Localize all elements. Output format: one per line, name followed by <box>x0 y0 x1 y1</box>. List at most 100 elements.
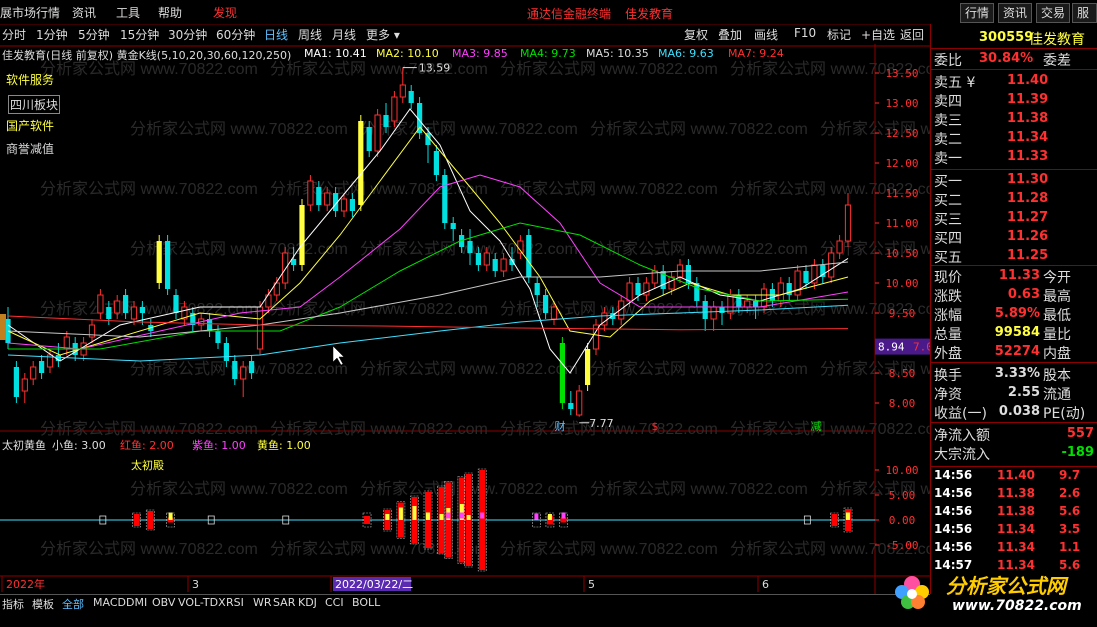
period-60min[interactable]: 60分钟 <box>216 26 255 43</box>
tick-time: 14:56 <box>934 468 973 482</box>
period-monthly[interactable]: 月线 <box>332 26 356 43</box>
kline-svg: 分析家公式网 www.70822.com 分析家公式网 www.70822.com… <box>0 44 930 594</box>
tool-add-favorite[interactable]: +自选 <box>861 26 895 43</box>
indicator-tab-vol-tdx[interactable]: VOL-TDX <box>178 596 226 609</box>
sector-goodwill[interactable]: 商誉减值 <box>6 140 54 157</box>
ask-row[interactable]: 卖五 ¥ 11.40 <box>931 72 1097 91</box>
btn-info[interactable]: 资讯 <box>998 3 1033 23</box>
bid-label: 买三 <box>934 212 962 228</box>
sector-software[interactable]: 软件服务 <box>6 71 54 88</box>
indicator-fish-yellow <box>466 515 471 520</box>
ask-row[interactable]: 卖三 11.38 <box>931 110 1097 129</box>
indicator-fish-yellow <box>439 514 444 520</box>
bid-row[interactable]: 买五 11.25 <box>931 247 1097 266</box>
tick-time: 14:56 <box>934 486 973 500</box>
tick-row: 14:56 11.38 2.6 <box>931 486 1097 504</box>
tool-overlay[interactable]: 叠加 <box>718 26 742 43</box>
btn-service[interactable]: 服务 <box>1072 3 1097 38</box>
btn-trade[interactable]: 交易 <box>1036 3 1071 23</box>
candle-body <box>349 199 356 211</box>
status-bar <box>0 610 930 624</box>
event-marker: $ <box>652 420 659 433</box>
indicator-tab-sar[interactable]: SAR <box>273 596 295 609</box>
panel-divider <box>931 265 1097 266</box>
quote-label: 净资 <box>934 387 962 403</box>
link-tdx-terminal[interactable]: 通达信金融终端 <box>527 5 611 22</box>
indicator-tab-cci[interactable]: CCI <box>325 596 344 609</box>
price-tick-label: 12.00 <box>885 157 918 170</box>
candle-body <box>635 283 641 295</box>
candle-body <box>139 307 146 313</box>
indicator-tab-wr[interactable]: WR <box>253 596 272 609</box>
sector-domestic-software[interactable]: 国产软件 <box>6 117 54 134</box>
indicator-tick-label: -5.00 <box>885 539 918 552</box>
period-15min[interactable]: 15分钟 <box>120 26 159 43</box>
candle-body <box>215 331 221 343</box>
watermark-text: 分析家公式网 www.70822.com <box>270 60 488 78</box>
period-5min[interactable]: 5分钟 <box>78 26 110 43</box>
period-intraday[interactable]: 分时 <box>2 26 26 43</box>
price-tick-label: 9.50 <box>889 307 916 320</box>
tick-row: 14:56 11.40 9.7 <box>931 468 1097 486</box>
indicator-tab-kdj[interactable]: KDJ <box>298 596 317 609</box>
bid-row[interactable]: 买一 11.30 <box>931 171 1097 190</box>
indicator-tab-obv[interactable]: OBV <box>152 596 175 609</box>
tick-time: 14:56 <box>934 522 973 536</box>
current-price-tag-2: 7.0 <box>913 341 930 354</box>
candle-body <box>256 306 264 350</box>
btn-quote[interactable]: 行情 <box>960 3 995 23</box>
tool-mark[interactable]: 标记 <box>827 26 851 43</box>
candle-body <box>173 295 179 313</box>
quote-right-label: 今开 <box>1043 270 1071 286</box>
candle-body <box>576 390 583 416</box>
kline-chart-area[interactable]: 分析家公式网 www.70822.com 分析家公式网 www.70822.com… <box>0 44 930 594</box>
indicator-tab-macd[interactable]: MACD <box>93 596 126 609</box>
candle-body <box>130 306 138 320</box>
ask-row[interactable]: 卖二 11.34 <box>931 129 1097 148</box>
candle-body <box>727 294 734 314</box>
ask-row[interactable]: 卖四 11.39 <box>931 91 1097 110</box>
ask-price: 11.34 <box>1007 130 1049 145</box>
period-more[interactable]: 更多 ▾ <box>366 26 400 43</box>
link-jiafa[interactable]: 佳发教育 <box>625 5 673 22</box>
logo-url: www.70822.com <box>952 598 1082 614</box>
ask-row[interactable]: 卖一 11.33 <box>931 148 1097 167</box>
indicator-tab-rsi[interactable]: RSI <box>226 596 244 609</box>
bid-row[interactable]: 买四 11.26 <box>931 228 1097 247</box>
bid-label: 买一 <box>934 174 962 190</box>
indicator-tick-label: 10.00 <box>885 464 918 477</box>
menu-discover[interactable]: 发现 <box>213 4 237 21</box>
indicator-tab-boll[interactable]: BOLL <box>352 596 380 609</box>
menu-help[interactable]: 帮助 <box>158 4 182 21</box>
period-1min[interactable]: 1分钟 <box>36 26 68 43</box>
indicator-fish-yellow <box>846 512 850 520</box>
panel-divider <box>931 69 1097 70</box>
sector-sichuan[interactable]: 四川板块 <box>8 95 61 114</box>
tick-vol: 5.6 <box>1059 504 1081 518</box>
menu-tools[interactable]: 工具 <box>116 4 140 21</box>
candle-body <box>803 271 809 283</box>
bid-row[interactable]: 买三 11.27 <box>931 209 1097 228</box>
ma-label-5: MA5: 10.35 <box>586 47 649 60</box>
tool-draw[interactable]: 画线 <box>754 26 778 43</box>
indicator-fish-purple <box>534 513 539 520</box>
tool-fuquan[interactable]: 复权 <box>684 26 708 43</box>
period-weekly[interactable]: 周线 <box>298 26 322 43</box>
candle-body <box>492 259 498 271</box>
tool-f10[interactable]: F10 <box>794 26 816 40</box>
collapse-handle <box>0 314 6 340</box>
watermark-text: 分析家公式网 www.70822.com <box>270 300 488 318</box>
candle-body <box>475 253 482 265</box>
tick-row: 14:56 11.34 1.1 <box>931 540 1097 558</box>
candle-body <box>324 192 331 206</box>
period-daily[interactable]: 日线 <box>264 26 288 43</box>
indicator-tab-dmi[interactable]: DMI <box>126 596 147 609</box>
indicator-fish-yellow <box>385 514 390 520</box>
menu-news[interactable]: 资讯 <box>72 4 96 21</box>
ask-label: 卖四 <box>934 94 962 110</box>
tool-back[interactable]: 返回 <box>900 26 924 43</box>
period-30min[interactable]: 30分钟 <box>168 26 207 43</box>
bid-row[interactable]: 买二 11.28 <box>931 190 1097 209</box>
quote-right-label: 量比 <box>1043 327 1071 343</box>
menu-market[interactable]: 展市场行情 <box>0 4 60 21</box>
